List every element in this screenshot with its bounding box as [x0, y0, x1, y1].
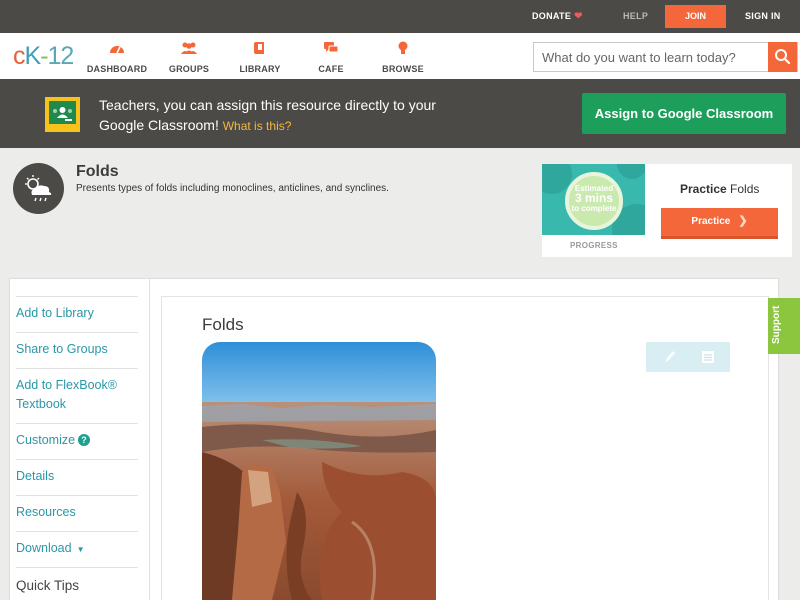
nav-browse[interactable]: BROWSE [368, 41, 438, 77]
logo-part: c [13, 42, 25, 70]
practice-button[interactable]: Practice ❯ [661, 208, 778, 239]
nav-groups[interactable]: GROUPS [154, 41, 224, 77]
estimate-value: 3 mins [574, 191, 613, 205]
nav-label: DASHBOARD [86, 64, 148, 74]
resource-sidebar: Add to Library Share to Groups Add to Fl… [10, 279, 150, 600]
search-button[interactable] [768, 42, 797, 72]
banner-message: Teachers, you can assign this resource d… [99, 95, 459, 136]
nav-label: CAFE [318, 64, 344, 74]
what-is-this-link[interactable]: What is this? [223, 119, 292, 133]
resources-link[interactable]: Resources [16, 495, 138, 529]
nav-label: BROWSE [382, 64, 424, 74]
top-utility-bar: DONATE ❤ HELP JOIN SIGN IN [0, 0, 800, 33]
support-tab[interactable]: Support [768, 298, 800, 354]
google-classroom-icon [45, 97, 80, 132]
sidebar-item-label: Add to FlexBook® Textbook [16, 378, 117, 411]
donate-link[interactable]: DONATE ❤ [532, 11, 583, 22]
help-icon[interactable]: ? [78, 434, 91, 446]
quick-tips-heading: Quick Tips [16, 567, 138, 600]
heart-icon: ❤ [574, 11, 583, 22]
sidebar-item-label: Share to Groups [16, 342, 108, 356]
pencil-icon[interactable] [662, 349, 678, 365]
add-to-flexbook-link[interactable]: Add to FlexBook® Textbook [16, 368, 138, 421]
search-box [533, 42, 798, 72]
logo-part: - [40, 42, 48, 70]
cafe-chat-icon [324, 42, 339, 53]
estimate-badge: Estimated 3 mins to complete [565, 172, 623, 230]
details-link[interactable]: Details [16, 459, 138, 493]
sidebar-item-label: Customize [16, 433, 76, 447]
donate-label: DONATE [532, 11, 572, 21]
notes-icon[interactable] [700, 349, 716, 365]
resource-title: Folds [76, 163, 119, 180]
practice-heading-bold: Practice [680, 182, 727, 196]
practice-card: Estimated 3 mins to complete PROGRESS Pr… [542, 164, 792, 257]
progress-label: PROGRESS [570, 241, 618, 250]
nav-cafe[interactable]: CAFE [296, 41, 366, 77]
add-to-library-link[interactable]: Add to Library [16, 296, 138, 330]
practice-art: Estimated 3 mins to complete [542, 164, 645, 235]
main-nav-bar: cK-12 DASHBOARD GROUPS LIBRARY CAFE BROW… [0, 33, 800, 79]
nav-dashboard[interactable]: DASHBOARD [82, 41, 152, 77]
chevron-right-icon: ❯ [738, 215, 748, 227]
practice-heading: Practice Folds [680, 182, 759, 196]
practice-button-label: Practice [691, 216, 731, 227]
main-title: Folds [202, 315, 244, 334]
groups-people-icon [181, 42, 197, 54]
help-link[interactable]: HELP [623, 11, 648, 21]
join-button[interactable]: JOIN [665, 5, 726, 28]
nav-library[interactable]: LIBRARY [225, 41, 295, 77]
caret-down-icon: ▼ [76, 545, 85, 554]
estimate-suffix: to complete [571, 204, 617, 213]
library-book-icon [254, 42, 264, 54]
sidebar-item-label: Download [16, 541, 72, 555]
logo-part: K [24, 42, 42, 70]
sidebar-item-label: Resources [16, 505, 76, 519]
weather-icon [13, 163, 64, 214]
nav-label: LIBRARY [239, 64, 281, 74]
customize-link[interactable]: Customize? [16, 423, 138, 457]
share-to-groups-link[interactable]: Share to Groups [16, 332, 138, 366]
support-label: Support [771, 305, 782, 344]
dashboard-gauge-icon [110, 46, 124, 54]
sign-in-link[interactable]: SIGN IN [745, 11, 781, 21]
logo-part: 12 [47, 42, 75, 70]
sidebar-item-label: Add to Library [16, 306, 94, 320]
browse-bulb-icon [398, 41, 408, 54]
canyon-image [202, 342, 436, 600]
download-link[interactable]: Download ▼ [16, 531, 138, 566]
assign-to-google-classroom-button[interactable]: Assign to Google Classroom [582, 93, 786, 134]
nav-label: GROUPS [168, 64, 210, 74]
ck12-logo[interactable]: cK-12 [13, 42, 75, 71]
resource-description: Presents types of folds including monocl… [76, 183, 389, 194]
search-input[interactable] [534, 43, 770, 71]
search-icon [775, 49, 791, 65]
content-tools [646, 342, 730, 372]
sidebar-item-label: Details [16, 469, 55, 483]
practice-heading-topic: Folds [730, 182, 760, 196]
